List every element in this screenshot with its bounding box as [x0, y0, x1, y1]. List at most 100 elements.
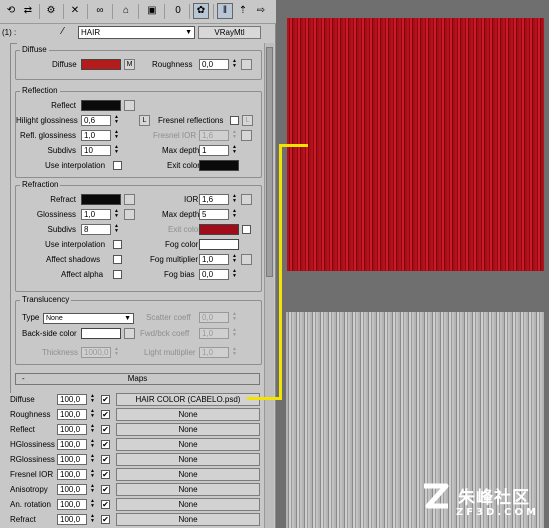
fwd-bck-coeff-input[interactable]: 1,0: [199, 328, 229, 339]
fwd-bck-coeff-spinner[interactable]: ▲ ▼: [231, 328, 238, 339]
map-enabled-checkbox[interactable]: ✔: [101, 395, 110, 404]
pick-material-icon[interactable]: ⁄: [62, 26, 74, 39]
diffuse-map-button[interactable]: M: [124, 59, 135, 70]
map-amount-input[interactable]: 100,0: [57, 409, 87, 420]
light-multiplier-spinner[interactable]: ▲ ▼: [231, 347, 238, 358]
reflection-use-interpolation-checkbox[interactable]: [113, 161, 122, 170]
fresnel-ior-map-button[interactable]: [241, 130, 252, 141]
scrollbar-thumb[interactable]: [266, 47, 273, 277]
reflect-color-swatch[interactable]: [81, 100, 121, 111]
reflection-max-depth-spinner[interactable]: ▲ ▼: [231, 145, 238, 156]
fresnel-ior-spinner[interactable]: ▲ ▼: [231, 130, 238, 141]
map-amount-spinner[interactable]: ▲ ▼: [89, 439, 96, 450]
map-enabled-checkbox[interactable]: ✔: [101, 515, 110, 524]
fog-multiplier-spinner[interactable]: ▲ ▼: [231, 254, 238, 265]
material-effects-icon[interactable]: ▣: [144, 3, 160, 19]
refraction-glossiness-spinner[interactable]: ▲ ▼: [113, 209, 120, 220]
map-amount-spinner[interactable]: ▲ ▼: [89, 499, 96, 510]
map-amount-input[interactable]: 100,0: [57, 484, 87, 495]
make-unique-icon[interactable]: ∞: [92, 3, 108, 19]
put-to-library-icon[interactable]: ⌂: [118, 3, 134, 19]
map-amount-spinner[interactable]: ▲ ▼: [89, 394, 96, 405]
back-side-color-map-button[interactable]: [124, 328, 135, 339]
maps-rollout-header[interactable]: - Maps: [15, 373, 260, 385]
affect-shadows-checkbox[interactable]: [113, 255, 122, 264]
fog-bias-input[interactable]: 0,0: [199, 269, 229, 280]
affect-alpha-checkbox[interactable]: [113, 270, 122, 279]
show-end-result-icon[interactable]: ‖: [217, 3, 233, 19]
assign-to-selection-icon[interactable]: ⚙: [43, 3, 59, 19]
fog-color-swatch[interactable]: [199, 239, 239, 250]
ior-spinner[interactable]: ▲ ▼: [231, 194, 238, 205]
map-slot-button[interactable]: None: [116, 408, 260, 421]
map-amount-spinner[interactable]: ▲ ▼: [89, 454, 96, 465]
map-enabled-checkbox[interactable]: ✔: [101, 500, 110, 509]
reflection-max-depth-input[interactable]: 1: [199, 145, 229, 156]
lock-fresnel-button[interactable]: L: [242, 115, 253, 126]
scatter-coeff-input[interactable]: 0,0: [199, 312, 229, 323]
reflection-subdivs-spinner[interactable]: ▲ ▼: [113, 145, 120, 156]
refract-map-button[interactable]: [124, 194, 135, 205]
map-amount-spinner[interactable]: ▲ ▼: [89, 484, 96, 495]
reflection-subdivs-input[interactable]: 10: [81, 145, 111, 156]
refraction-exit-color-swatch[interactable]: [199, 224, 239, 235]
refraction-max-depth-spinner[interactable]: ▲ ▼: [231, 209, 238, 220]
ior-input[interactable]: 1,6: [199, 194, 229, 205]
delete-icon[interactable]: ✕: [67, 3, 83, 19]
map-slot-button[interactable]: None: [116, 423, 260, 436]
go-forward-to-sibling-icon[interactable]: ⇨: [253, 3, 269, 19]
refraction-glossiness-input[interactable]: 1,0: [81, 209, 111, 220]
thickness-spinner[interactable]: ▲ ▼: [113, 347, 120, 358]
map-enabled-checkbox[interactable]: ✔: [101, 470, 110, 479]
map-slot-button[interactable]: HAIR COLOR (CABELO.psd): [116, 393, 260, 406]
fog-multiplier-input[interactable]: 1,0: [199, 254, 229, 265]
map-amount-input[interactable]: 100,0: [57, 439, 87, 450]
get-material-icon[interactable]: ⟲: [3, 3, 19, 19]
effects-channel-icon[interactable]: 0: [170, 3, 186, 19]
roughness-spinner[interactable]: ▲ ▼: [231, 59, 238, 70]
reflect-map-button[interactable]: [124, 100, 135, 111]
refract-color-swatch[interactable]: [81, 194, 121, 205]
fog-bias-spinner[interactable]: ▲ ▼: [231, 269, 238, 280]
map-enabled-checkbox[interactable]: ✔: [101, 425, 110, 434]
map-amount-spinner[interactable]: ▲ ▼: [89, 424, 96, 435]
fresnel-reflections-checkbox[interactable]: [230, 116, 239, 125]
map-slot-button[interactable]: None: [116, 483, 260, 496]
light-multiplier-input[interactable]: 1,0: [199, 347, 229, 358]
material-type-button[interactable]: VRayMtl: [198, 26, 261, 39]
map-amount-input[interactable]: 100,0: [57, 514, 87, 525]
refl-glossiness-input[interactable]: 1,0: [81, 130, 111, 141]
roughness-input[interactable]: 0,0: [199, 59, 229, 70]
back-side-color-swatch[interactable]: [81, 328, 121, 339]
fresnel-ior-input[interactable]: 1,6: [199, 130, 229, 141]
refraction-subdivs-input[interactable]: 8: [81, 224, 111, 235]
map-slot-button[interactable]: None: [116, 498, 260, 511]
map-amount-spinner[interactable]: ▲ ▼: [89, 409, 96, 420]
show-map-in-viewport-icon[interactable]: ✿: [193, 3, 209, 19]
refraction-glossiness-map-button[interactable]: [124, 209, 135, 220]
lock-hilight-button[interactable]: L: [139, 115, 150, 126]
map-amount-input[interactable]: 100,0: [57, 469, 87, 480]
hilight-glossiness-spinner[interactable]: ▲ ▼: [113, 115, 120, 126]
put-to-scene-icon[interactable]: ⇄: [20, 3, 36, 19]
refraction-max-depth-input[interactable]: 5: [199, 209, 229, 220]
map-enabled-checkbox[interactable]: ✔: [101, 455, 110, 464]
map-enabled-checkbox[interactable]: ✔: [101, 410, 110, 419]
map-slot-button[interactable]: None: [116, 513, 260, 526]
roughness-map-button[interactable]: [241, 59, 252, 70]
map-amount-spinner[interactable]: ▲ ▼: [89, 514, 96, 525]
scatter-coeff-spinner[interactable]: ▲ ▼: [231, 312, 238, 323]
fog-multiplier-map-button[interactable]: [241, 254, 252, 265]
translucency-type-select[interactable]: None ▼: [43, 313, 134, 324]
refraction-exit-color-checkbox[interactable]: [242, 225, 251, 234]
map-enabled-checkbox[interactable]: ✔: [101, 440, 110, 449]
map-slot-button[interactable]: None: [116, 468, 260, 481]
refraction-use-interpolation-checkbox[interactable]: [113, 240, 122, 249]
hilight-glossiness-input[interactable]: 0,6: [81, 115, 111, 126]
map-enabled-checkbox[interactable]: ✔: [101, 485, 110, 494]
material-name-field[interactable]: HAIR ▼: [78, 26, 195, 39]
ior-map-button[interactable]: [241, 194, 252, 205]
reflection-exit-color-swatch[interactable]: [199, 160, 239, 171]
diffuse-color-swatch[interactable]: [81, 59, 121, 70]
map-amount-spinner[interactable]: ▲ ▼: [89, 469, 96, 480]
